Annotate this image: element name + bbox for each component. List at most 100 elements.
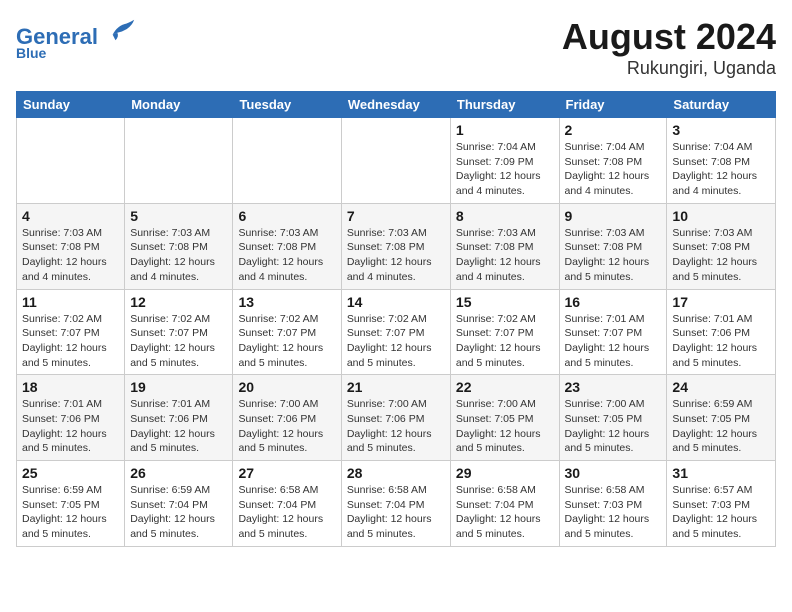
day-number: 4 <box>22 208 119 224</box>
day-info: Sunrise: 6:58 AM Sunset: 7:03 PM Dayligh… <box>565 483 662 542</box>
day-info: Sunrise: 7:01 AM Sunset: 7:06 PM Dayligh… <box>672 312 770 371</box>
table-row: 24 Sunrise: 6:59 AM Sunset: 7:05 PM Dayli… <box>667 375 776 461</box>
calendar-week-3: 11 Sunrise: 7:02 AM Sunset: 7:07 PM Dayli… <box>17 289 776 375</box>
day-number: 12 <box>130 294 227 310</box>
day-number: 15 <box>456 294 554 310</box>
day-number: 22 <box>456 379 554 395</box>
table-row: 20Sunrise: 7:00 AM Sunset: 7:06 PM Dayli… <box>233 375 341 461</box>
table-row: 2 Sunrise: 7:04 AM Sunset: 7:08 PM Daylig… <box>559 118 667 204</box>
day-info: Sunrise: 7:01 AM Sunset: 7:07 PM Dayligh… <box>565 312 662 371</box>
day-number: 29 <box>456 465 554 481</box>
col-thursday: Thursday <box>450 92 559 118</box>
day-number: 9 <box>565 208 662 224</box>
table-row: 16 Sunrise: 7:01 AM Sunset: 7:07 PM Dayli… <box>559 289 667 375</box>
day-info: Sunrise: 7:02 AM Sunset: 7:07 PM Dayligh… <box>238 312 335 371</box>
day-number: 6 <box>238 208 335 224</box>
day-number: 16 <box>565 294 662 310</box>
day-info: Sunrise: 7:03 AM Sunset: 7:08 PM Dayligh… <box>565 226 662 285</box>
day-number: 21 <box>347 379 445 395</box>
calendar-week-4: 18 Sunrise: 7:01 AM Sunset: 7:06 PM Dayli… <box>17 375 776 461</box>
calendar-week-2: 4 Sunrise: 7:03 AM Sunset: 7:08 PM Daylig… <box>17 203 776 289</box>
day-number: 11 <box>22 294 119 310</box>
day-info: Sunrise: 6:58 AM Sunset: 7:04 PM Dayligh… <box>347 483 445 542</box>
location-subtitle: Rukungiri, Uganda <box>562 58 776 79</box>
calendar-header-row: Sunday Monday Tuesday Wednesday Thursday… <box>17 92 776 118</box>
day-info: Sunrise: 7:00 AM Sunset: 7:05 PM Dayligh… <box>565 397 662 456</box>
table-row: 14 Sunrise: 7:02 AM Sunset: 7:07 PM Dayli… <box>341 289 450 375</box>
table-row: 3Sunrise: 7:04 AM Sunset: 7:08 PM Daylig… <box>667 118 776 204</box>
month-year-title: August 2024 <box>562 16 776 58</box>
table-row: 28Sunrise: 6:58 AM Sunset: 7:04 PM Dayli… <box>341 461 450 547</box>
table-row <box>17 118 125 204</box>
calendar-week-1: 1 Sunrise: 7:04 AM Sunset: 7:09 PM Daylig… <box>17 118 776 204</box>
table-row: 4 Sunrise: 7:03 AM Sunset: 7:08 PM Daylig… <box>17 203 125 289</box>
table-row: 6Sunrise: 7:03 AM Sunset: 7:08 PM Daylig… <box>233 203 341 289</box>
table-row: 15Sunrise: 7:02 AM Sunset: 7:07 PM Dayli… <box>450 289 559 375</box>
logo-bird-icon <box>108 16 136 44</box>
col-tuesday: Tuesday <box>233 92 341 118</box>
table-row: 22 Sunrise: 7:00 AM Sunset: 7:05 PM Dayli… <box>450 375 559 461</box>
day-number: 18 <box>22 379 119 395</box>
table-row <box>233 118 341 204</box>
table-row: 10 Sunrise: 7:03 AM Sunset: 7:08 PM Dayli… <box>667 203 776 289</box>
table-row <box>341 118 450 204</box>
day-info: Sunrise: 6:59 AM Sunset: 7:05 PM Dayligh… <box>672 397 770 456</box>
table-row: 8 Sunrise: 7:03 AM Sunset: 7:08 PM Daylig… <box>450 203 559 289</box>
table-row: 5Sunrise: 7:03 AM Sunset: 7:08 PM Daylig… <box>125 203 233 289</box>
day-number: 7 <box>347 208 445 224</box>
col-monday: Monday <box>125 92 233 118</box>
day-info: Sunrise: 7:04 AM Sunset: 7:08 PM Dayligh… <box>672 140 770 199</box>
day-number: 25 <box>22 465 119 481</box>
day-info: Sunrise: 7:01 AM Sunset: 7:06 PM Dayligh… <box>22 397 119 456</box>
day-info: Sunrise: 7:02 AM Sunset: 7:07 PM Dayligh… <box>347 312 445 371</box>
col-sunday: Sunday <box>17 92 125 118</box>
table-row: 29 Sunrise: 6:58 AM Sunset: 7:04 PM Dayli… <box>450 461 559 547</box>
day-number: 19 <box>130 379 227 395</box>
day-info: Sunrise: 6:58 AM Sunset: 7:04 PM Dayligh… <box>456 483 554 542</box>
table-row: 7Sunrise: 7:03 AM Sunset: 7:08 PM Daylig… <box>341 203 450 289</box>
col-saturday: Saturday <box>667 92 776 118</box>
day-number: 13 <box>238 294 335 310</box>
day-info: Sunrise: 7:04 AM Sunset: 7:09 PM Dayligh… <box>456 140 554 199</box>
day-number: 8 <box>456 208 554 224</box>
day-info: Sunrise: 7:03 AM Sunset: 7:08 PM Dayligh… <box>672 226 770 285</box>
col-friday: Friday <box>559 92 667 118</box>
table-row: 25 Sunrise: 6:59 AM Sunset: 7:05 PM Dayli… <box>17 461 125 547</box>
table-row: 23Sunrise: 7:00 AM Sunset: 7:05 PM Dayli… <box>559 375 667 461</box>
day-info: Sunrise: 7:00 AM Sunset: 7:05 PM Dayligh… <box>456 397 554 456</box>
table-row: 31Sunrise: 6:57 AM Sunset: 7:03 PM Dayli… <box>667 461 776 547</box>
table-row: 1 Sunrise: 7:04 AM Sunset: 7:09 PM Daylig… <box>450 118 559 204</box>
day-info: Sunrise: 6:59 AM Sunset: 7:04 PM Dayligh… <box>130 483 227 542</box>
day-number: 2 <box>565 122 662 138</box>
day-number: 1 <box>456 122 554 138</box>
table-row: 19Sunrise: 7:01 AM Sunset: 7:06 PM Dayli… <box>125 375 233 461</box>
day-number: 5 <box>130 208 227 224</box>
page-header: General Blue August 2024 Rukungiri, Ugan… <box>16 16 776 79</box>
table-row: 9 Sunrise: 7:03 AM Sunset: 7:08 PM Daylig… <box>559 203 667 289</box>
day-number: 10 <box>672 208 770 224</box>
calendar-table: Sunday Monday Tuesday Wednesday Thursday… <box>16 91 776 547</box>
logo: General Blue <box>16 16 136 61</box>
table-row <box>125 118 233 204</box>
table-row: 21 Sunrise: 7:00 AM Sunset: 7:06 PM Dayli… <box>341 375 450 461</box>
table-row: 26Sunrise: 6:59 AM Sunset: 7:04 PM Dayli… <box>125 461 233 547</box>
day-info: Sunrise: 7:00 AM Sunset: 7:06 PM Dayligh… <box>347 397 445 456</box>
table-row: 17 Sunrise: 7:01 AM Sunset: 7:06 PM Dayli… <box>667 289 776 375</box>
table-row: 18 Sunrise: 7:01 AM Sunset: 7:06 PM Dayli… <box>17 375 125 461</box>
day-info: Sunrise: 7:03 AM Sunset: 7:08 PM Dayligh… <box>456 226 554 285</box>
day-number: 24 <box>672 379 770 395</box>
col-wednesday: Wednesday <box>341 92 450 118</box>
table-row: 12 Sunrise: 7:02 AM Sunset: 7:07 PM Dayli… <box>125 289 233 375</box>
day-number: 31 <box>672 465 770 481</box>
day-number: 17 <box>672 294 770 310</box>
table-row: 13 Sunrise: 7:02 AM Sunset: 7:07 PM Dayli… <box>233 289 341 375</box>
day-info: Sunrise: 7:04 AM Sunset: 7:08 PM Dayligh… <box>565 140 662 199</box>
day-info: Sunrise: 7:00 AM Sunset: 7:06 PM Dayligh… <box>238 397 335 456</box>
day-info: Sunrise: 7:03 AM Sunset: 7:08 PM Dayligh… <box>22 226 119 285</box>
table-row: 30Sunrise: 6:58 AM Sunset: 7:03 PM Dayli… <box>559 461 667 547</box>
title-block: August 2024 Rukungiri, Uganda <box>562 16 776 79</box>
day-number: 14 <box>347 294 445 310</box>
day-info: Sunrise: 6:59 AM Sunset: 7:05 PM Dayligh… <box>22 483 119 542</box>
day-info: Sunrise: 7:02 AM Sunset: 7:07 PM Dayligh… <box>130 312 227 371</box>
calendar-week-5: 25 Sunrise: 6:59 AM Sunset: 7:05 PM Dayli… <box>17 461 776 547</box>
